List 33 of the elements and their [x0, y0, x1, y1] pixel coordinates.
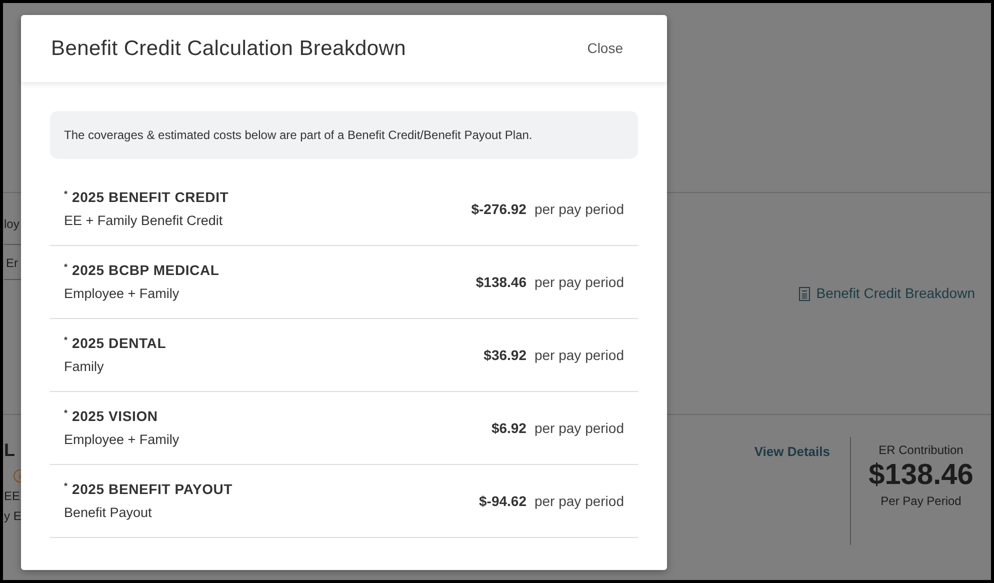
coverage-name: $^{*}$ 2025 BENEFIT PAYOUT	[64, 480, 233, 499]
pay-period-label: per pay period	[534, 346, 624, 365]
pay-period-label: per pay period	[534, 492, 624, 511]
close-button[interactable]: Close	[587, 38, 623, 59]
cost-amount: $138.46	[476, 272, 526, 292]
coverage-name: $^{*}$ 2025 BENEFIT CREDIT	[64, 188, 229, 207]
breakdown-link[interactable]: Benefit Credit Breakdown	[799, 283, 975, 304]
er-contribution-amount: $138.46	[868, 459, 974, 492]
plan-text-fragment: EE	[4, 488, 20, 505]
per-pay-period-label: Per Pay Period	[880, 493, 962, 510]
document-icon	[799, 286, 810, 300]
pay-period-label: per pay period	[534, 200, 624, 219]
coverage-tier-label: Employee + Family	[64, 284, 180, 303]
coverage-tier-label: Benefit Payout	[64, 504, 153, 522]
pay-period-label: per pay period	[534, 272, 624, 292]
cost-amount: $36.92	[484, 346, 526, 364]
modal-title: Benefit Credit Calculation Breakdown	[51, 36, 406, 62]
employee-label: loy	[4, 216, 20, 233]
pay-period-label: per pay period	[534, 418, 624, 438]
plan-text-fragment: y E	[4, 508, 22, 526]
coverage-name: $^{*}$ 2025 DENTAL	[64, 334, 166, 353]
notice-text: The coverages & estimated costs below are part of a Benefit Credit/Benefit Payout Plan.	[50, 111, 638, 159]
cost-amount: $-276.92	[471, 200, 526, 218]
coverage-name: $^{*}$ 2025 VISION	[64, 406, 159, 426]
cost-amount: $-94.62	[479, 492, 526, 510]
er-contribution-label: ER Contribution	[878, 442, 964, 459]
coverage-tier-label: Employee + Family	[64, 430, 180, 449]
coverage-tier-label: EE + Family Benefit Credit	[64, 212, 224, 230]
view-details-link[interactable]: View Details	[754, 442, 830, 575]
cost-amount: $6.92	[491, 418, 526, 438]
coverage-name: $^{*}$ 2025 BCBP MEDICAL	[64, 260, 220, 280]
coverage-tier-label: Family	[64, 358, 105, 376]
plan-text-fragment: L	[4, 439, 15, 462]
